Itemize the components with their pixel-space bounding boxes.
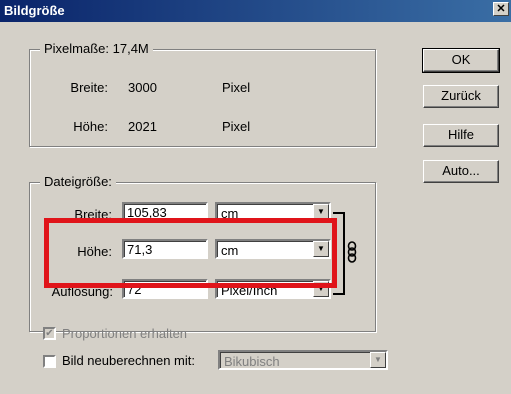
pixel-width-unit: Pixel [222,80,251,95]
resample-method-select[interactable]: Bikubisch ▼ [218,350,388,370]
pixel-height-unit: Pixel [222,119,251,134]
back-button[interactable]: Zurück [423,85,499,108]
title-bar: Bildgröße ✕ [0,0,511,22]
window-title: Bildgröße [4,3,65,18]
constrain-proportions-label: Proportionen erhalten [62,326,188,341]
resample-method-value: Bikubisch [224,354,280,369]
pixel-height-label: Höhe: [73,119,108,134]
resample-label: Bild neuberechnen mit: [62,353,195,368]
auto-button[interactable]: Auto... [423,160,499,183]
document-size-legend: Dateigröße: [40,174,116,189]
ok-button[interactable]: OK [422,48,500,73]
close-button[interactable]: ✕ [493,2,509,16]
highlight-frame [44,218,337,288]
pixel-height-value: 2021 [128,119,157,134]
help-button[interactable]: Hilfe [423,124,499,147]
dropdown-arrow-icon[interactable]: ▼ [370,352,386,368]
link-chain-icon [347,241,357,263]
constrain-proportions-checkbox[interactable]: ✔ [43,327,56,340]
pixel-dimensions-legend: Pixelmaße: 17,4M [40,41,153,56]
dialog-body: Pixelmaße: 17,4M Breite: 3000 Pixel Höhe… [0,22,511,394]
pixel-width-value: 3000 [128,80,157,95]
resample-checkbox[interactable] [43,355,56,368]
pixel-width-label: Breite: [70,80,108,95]
